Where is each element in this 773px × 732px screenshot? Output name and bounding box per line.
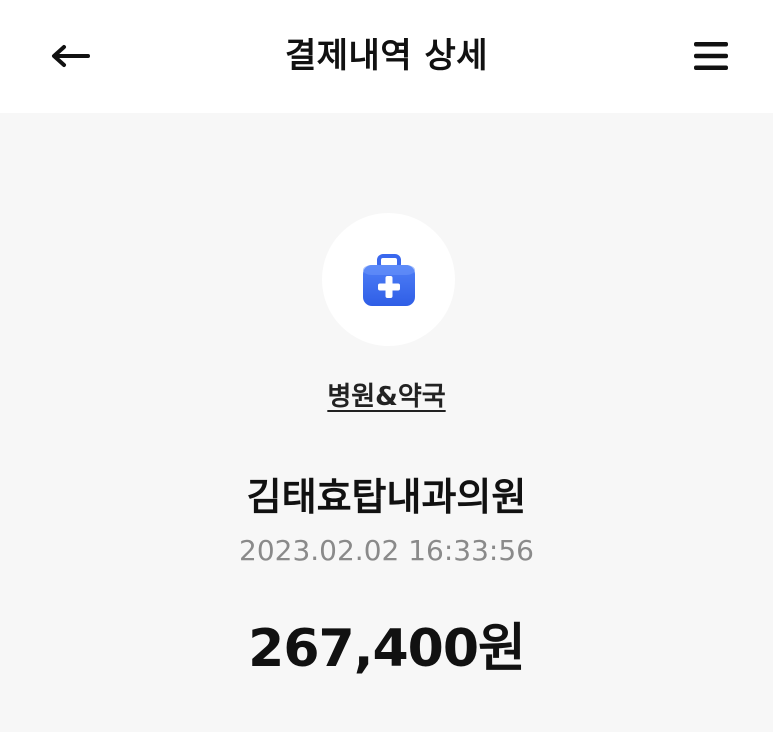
merchant-name: 김태효탑내과의원 xyxy=(246,475,527,519)
menu-button[interactable] xyxy=(685,30,737,82)
transaction-datetime: 2023.02.02 16:33:56 xyxy=(239,534,534,567)
top-bar: 결제내역 상세 xyxy=(0,0,773,113)
medical-kit-icon xyxy=(362,253,415,306)
payment-amount: 267,400원 xyxy=(248,619,526,679)
hamburger-menu-icon xyxy=(694,42,728,70)
page-title: 결제내역 상세 xyxy=(284,36,489,76)
category-icon-circle xyxy=(322,213,455,346)
category-link[interactable]: 병원&약국 xyxy=(0,376,773,413)
payment-detail-screen: 결제내역 상세 병원&약국 김태효탑내과의원 2023.02.02 16:33:… xyxy=(0,0,773,732)
